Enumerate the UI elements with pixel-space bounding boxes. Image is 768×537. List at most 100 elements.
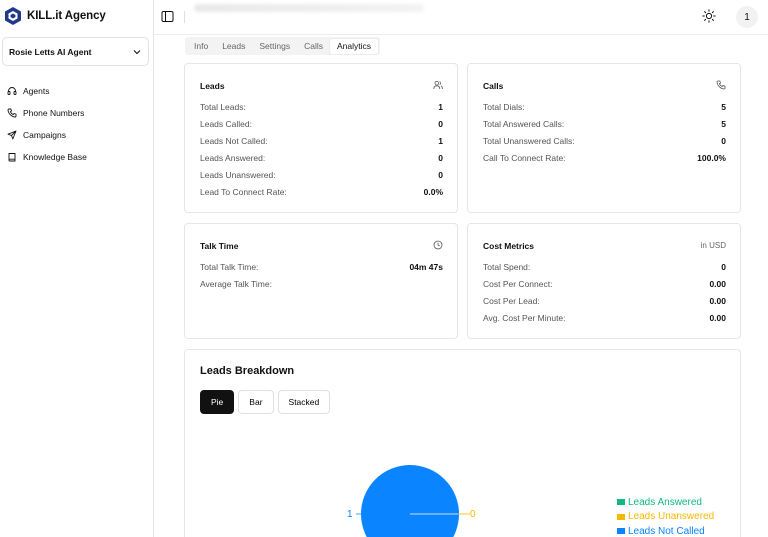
stat-label: Cost Per Lead:: [483, 296, 540, 306]
legend-item-leads-unanswered[interactable]: Leads Unanswered: [617, 510, 714, 525]
pie-slice-leads-not-called[interactable]: [361, 465, 459, 537]
theme-toggle-sun-icon[interactable]: [702, 9, 716, 23]
stat-label: Leads Called:: [200, 119, 252, 129]
stat-value: 0: [438, 170, 443, 180]
stat-label: Total Spend:: [483, 262, 531, 272]
sidebar-item-label: Campaigns: [23, 130, 66, 140]
sidebar-item-agents[interactable]: Agents: [7, 80, 87, 102]
stat-value: 0: [721, 136, 726, 146]
stat-row: Leads Not Called: 1: [200, 136, 443, 153]
stat-row: Leads Unanswered: 0: [200, 170, 443, 187]
legend-item-leads-answered[interactable]: Leads Answered: [617, 495, 714, 510]
legend-label: Leads Not Called: [628, 525, 705, 537]
breakdown-title: Leads Breakdown: [200, 365, 295, 377]
card-title: Cost Metrics: [483, 241, 535, 251]
stat-value: 5: [721, 102, 726, 112]
sidebar-nav: Agents Phone Numbers Campaigns Knowledge…: [7, 80, 87, 168]
stacked-button[interactable]: Stacked: [277, 390, 331, 414]
stat-row: Total Talk Time: 04m 47s: [200, 262, 443, 279]
agent-select-label: Rosie Letts AI Agent: [9, 46, 92, 57]
cost-metrics-card: Cost Metrics in USD Total Spend: 0 Cost P…: [467, 223, 741, 339]
stat-value: 0.00: [709, 313, 726, 323]
tab-calls[interactable]: Calls: [297, 39, 330, 54]
talk-stats: Total Talk Time: 04m 47s Average Talk Tim…: [200, 262, 443, 296]
stat-value: 0: [438, 119, 443, 129]
stat-value: 0.00: [709, 296, 726, 306]
stat-row: Total Spend: 0: [483, 262, 726, 279]
stat-label: Average Talk Time:: [200, 279, 272, 289]
avatar[interactable]: 1: [736, 6, 758, 28]
pie-button[interactable]: Pie: [200, 390, 235, 414]
stat-row: Avg. Cost Per Minute: 0.00: [483, 313, 726, 330]
stat-value: 1: [438, 102, 443, 112]
stat-label: Total Answered Calls:: [483, 119, 565, 129]
cost-stats: Total Spend: 0 Cost Per Connect: 0.00 Cost…: [483, 262, 726, 330]
stat-row: Leads Called: 0: [200, 119, 443, 136]
sidebar-item-knowledge-base[interactable]: Knowledge Base: [7, 146, 87, 168]
stat-value: 100.0%: [697, 153, 726, 163]
sidebar-item-label: Agents: [23, 86, 50, 96]
book-icon: [8, 153, 16, 162]
tab-info[interactable]: Info: [187, 39, 215, 54]
stat-label: Leads Answered:: [200, 153, 266, 163]
stat-row: Cost Per Connect: 0.00: [483, 279, 726, 296]
users-icon: [433, 81, 443, 90]
sidebar-item-label: Knowledge Base: [23, 152, 87, 162]
chevron-down-icon: [133, 49, 141, 54]
sidebar-item-campaigns[interactable]: Campaigns: [7, 124, 87, 146]
legend-swatch: [617, 513, 625, 520]
brand-logo-icon: [5, 7, 21, 25]
chart-legend: Leads Answered Leads Unanswered Leads No…: [617, 495, 714, 537]
legend-swatch: [617, 528, 625, 535]
stat-value: 0.00: [709, 279, 726, 289]
topbar: 1: [154, 0, 768, 35]
tab-leads[interactable]: Leads: [215, 39, 252, 54]
clock-icon: [433, 240, 443, 250]
brand-name: KILL.it Agency: [27, 10, 106, 22]
calls-card: Calls Total Dials: 5 Total Answered Calls…: [467, 63, 741, 213]
agent-select[interactable]: Rosie Letts AI Agent: [2, 37, 149, 66]
stat-label: Call To Connect Rate:: [483, 153, 566, 163]
legend-item-leads-not-called[interactable]: Leads Not Called: [617, 524, 714, 537]
pie-data-label-left: 1: [347, 509, 353, 520]
stat-row: Lead To Connect Rate: 0.0%: [200, 187, 443, 204]
stat-row: Total Leads: 1: [200, 102, 443, 119]
tab-analytics[interactable]: Analytics: [329, 38, 378, 54]
sidebar-toggle-icon[interactable]: [161, 10, 174, 23]
phone-icon: [716, 80, 726, 90]
leads-stats: Total Leads: 1 Leads Called: 0 Leads Not C…: [200, 102, 443, 204]
stat-label: Leads Not Called:: [200, 136, 268, 146]
pie-data-label-right: 0: [470, 509, 476, 520]
stat-row: Total Answered Calls: 5: [483, 119, 726, 136]
stat-row: Average Talk Time:: [200, 279, 443, 296]
pie-chart: 1 0: [347, 465, 476, 537]
breadcrumb: [194, 4, 424, 12]
sidebar-item-phone-numbers[interactable]: Phone Numbers: [7, 102, 87, 124]
stat-value: 5: [721, 119, 726, 129]
bar-button[interactable]: Bar: [238, 390, 274, 414]
currency-unit: in USD: [700, 241, 726, 250]
stat-row: Total Unanswered Calls: 0: [483, 136, 726, 153]
brand[interactable]: KILL.it Agency: [5, 7, 106, 25]
card-title: Talk Time: [200, 241, 239, 251]
tab-settings[interactable]: Settings: [252, 39, 297, 54]
stat-row: Leads Answered: 0: [200, 153, 443, 170]
talk-time-card: Talk Time Total Talk Time: 04m 47s Averag…: [184, 223, 458, 339]
stat-value: 1: [438, 136, 443, 146]
topbar-separator: [184, 11, 185, 23]
chart-type-switcher: Pie Bar Stacked: [200, 390, 331, 414]
stat-row: Cost Per Lead: 0.00: [483, 296, 726, 313]
stat-value: 0: [438, 153, 443, 163]
sidebar-item-label: Phone Numbers: [23, 108, 85, 118]
send-icon: [7, 130, 17, 140]
stat-label: Leads Unanswered:: [200, 170, 276, 180]
stat-label: Total Dials:: [483, 102, 525, 112]
stat-label: Total Leads:: [200, 102, 246, 112]
stat-row: Call To Connect Rate: 100.0%: [483, 153, 726, 170]
legend-label: Leads Answered: [628, 496, 702, 508]
stat-value: 0.0%: [423, 187, 443, 197]
card-title: Calls: [483, 81, 504, 91]
stat-value: 0: [721, 262, 726, 272]
leads-card: Leads Total Leads: 1 Leads Called: 0 Leads…: [184, 63, 458, 213]
sidebar: KILL.it Agency Rosie Letts AI Agent Agen…: [0, 0, 154, 537]
